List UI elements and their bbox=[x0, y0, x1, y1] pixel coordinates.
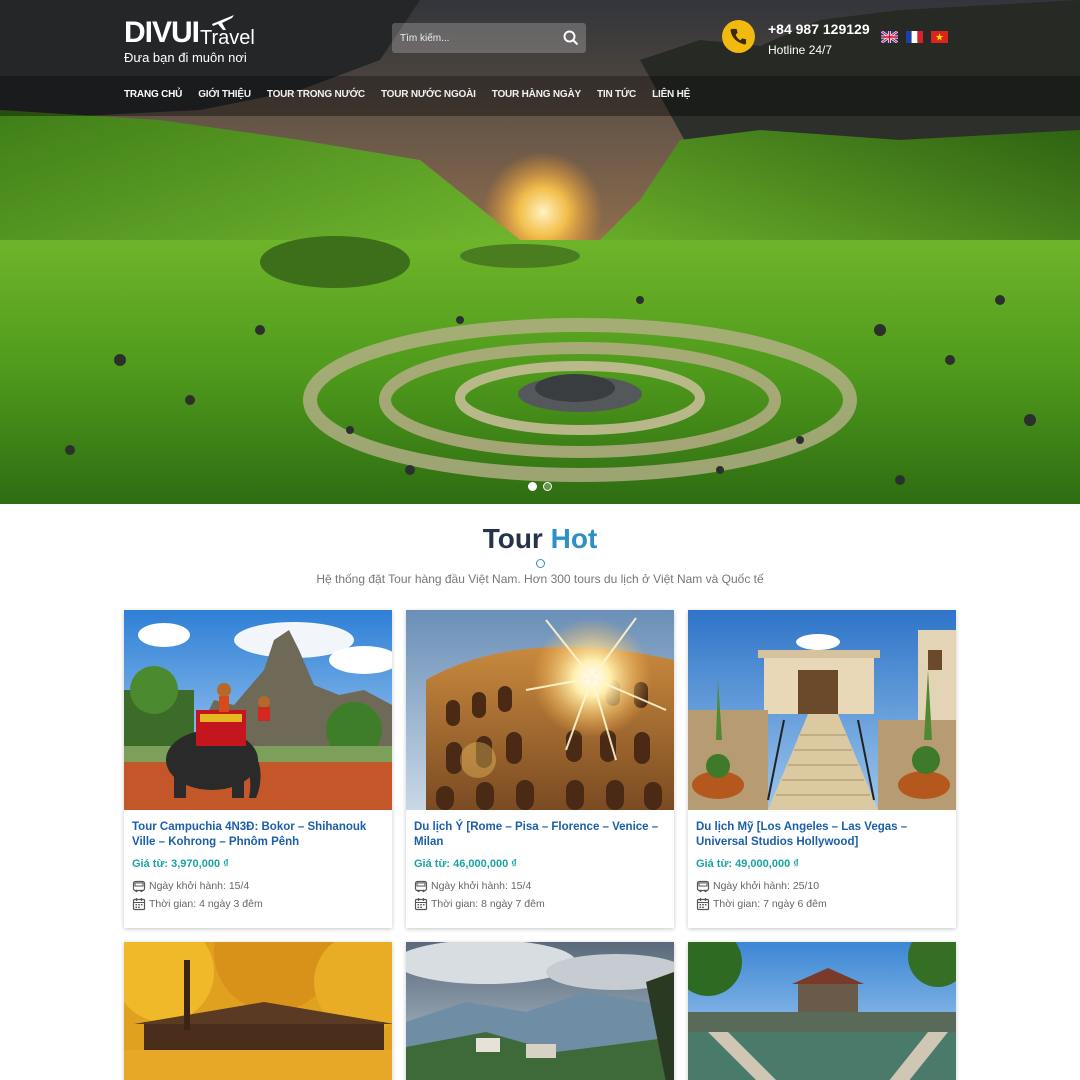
tour-title[interactable]: Du lịch Mỹ [Los Angeles – Las Vegas – Un… bbox=[696, 820, 950, 850]
logo-tagline: Đưa bạn đi muôn nơi bbox=[124, 50, 247, 65]
nav-item-home[interactable]: TRANG CHỦ bbox=[124, 89, 182, 103]
tour-price: Giá từ: 46,000,000 ₫ bbox=[414, 858, 517, 870]
nav-item-international-tours[interactable]: TOUR NƯỚC NGOÀI bbox=[381, 89, 476, 103]
slider-dots bbox=[528, 482, 554, 492]
tour-departure-text: Ngày khởi hành: 15/4 bbox=[431, 880, 532, 892]
section-title-part2: Hot bbox=[550, 523, 598, 554]
nav-menu: TRANG CHỦ GIỚI THIỆU TOUR TRONG NƯỚC TOU… bbox=[124, 89, 706, 103]
section-title-part1: Tour bbox=[482, 523, 543, 554]
logo-wordmark: DIVUI bbox=[124, 16, 200, 49]
vietnam-flag-icon[interactable] bbox=[931, 31, 948, 43]
calendar-icon bbox=[132, 898, 146, 911]
section-subtitle: Hệ thống đặt Tour hàng đầu Việt Nam. Hơn… bbox=[316, 572, 764, 586]
tour-departure-text: Ngày khởi hành: 15/4 bbox=[149, 880, 250, 892]
nav-item-domestic-tours[interactable]: TOUR TRONG NƯỚC bbox=[267, 89, 365, 103]
hotline-number: +84 987 129129 bbox=[768, 21, 870, 37]
french-flag-icon[interactable] bbox=[906, 31, 923, 43]
section-title: Tour Hot bbox=[0, 523, 1080, 555]
tour-image-italy[interactable] bbox=[406, 610, 674, 810]
tour-image-cambodia[interactable] bbox=[124, 610, 392, 810]
calendar-icon bbox=[414, 898, 428, 911]
language-switcher bbox=[881, 31, 951, 45]
nav-item-contact[interactable]: LIÊN HỆ bbox=[652, 89, 690, 103]
tour-card[interactable] bbox=[124, 942, 392, 1080]
tour-card[interactable]: Du lịch Ý [Rome – Pisa – Florence – Veni… bbox=[406, 610, 674, 928]
nav-item-about[interactable]: GIỚI THIỆU bbox=[198, 89, 251, 103]
tour-image-mountain[interactable] bbox=[406, 942, 674, 1080]
tour-image-hue[interactable] bbox=[688, 942, 956, 1080]
english-flag-icon[interactable] bbox=[881, 31, 898, 43]
search-icon[interactable] bbox=[562, 29, 580, 47]
phone-icon bbox=[722, 20, 755, 53]
bus-icon bbox=[132, 880, 146, 893]
tour-card[interactable] bbox=[406, 942, 674, 1080]
slider-dot-1[interactable] bbox=[528, 482, 537, 491]
tour-image-usa[interactable] bbox=[688, 610, 956, 810]
hotline-block[interactable]: +84 987 129129 Hotline 24/7 bbox=[722, 20, 882, 60]
tour-price: Giá từ: 49,000,000 ₫ bbox=[696, 858, 799, 870]
site-logo[interactable]: DIVUI Travel Đưa bạn đi muôn nơi bbox=[124, 12, 255, 68]
tour-card[interactable]: Tour Campuchia 4N3Đ: Bokor – Shihanouk V… bbox=[124, 610, 392, 928]
hotline-label: Hotline 24/7 bbox=[768, 43, 833, 57]
tour-card[interactable] bbox=[688, 942, 956, 1080]
search-box bbox=[392, 23, 586, 53]
tour-title[interactable]: Tour Campuchia 4N3Đ: Bokor – Shihanouk V… bbox=[132, 820, 386, 850]
nav-item-news[interactable]: TIN TỨC bbox=[597, 89, 636, 103]
title-divider-icon bbox=[536, 559, 545, 568]
nav-item-daily-tours[interactable]: TOUR HÀNG NGÀY bbox=[492, 89, 581, 103]
tour-duration-text: Thời gian: 7 ngày 6 đêm bbox=[713, 898, 827, 910]
slider-dot-2[interactable] bbox=[543, 482, 552, 491]
airplane-icon bbox=[212, 15, 234, 30]
tour-image-autumn[interactable] bbox=[124, 942, 392, 1080]
tour-title[interactable]: Du lịch Ý [Rome – Pisa – Florence – Veni… bbox=[414, 820, 668, 850]
hero-slider: DIVUI Travel Đưa bạn đi muôn nơi +84 987… bbox=[0, 0, 1080, 504]
search-input[interactable] bbox=[392, 23, 552, 53]
tour-price: Giá từ: 3,970,000 ₫ bbox=[132, 858, 229, 870]
main-navigation: TRANG CHỦ GIỚI THIỆU TOUR TRONG NƯỚC TOU… bbox=[0, 76, 1080, 116]
tour-duration-text: Thời gian: 8 ngày 7 đêm bbox=[431, 898, 545, 910]
tour-duration-text: Thời gian: 4 ngày 3 đêm bbox=[149, 898, 263, 910]
bus-icon bbox=[696, 880, 710, 893]
bus-icon bbox=[414, 880, 428, 893]
tour-departure-text: Ngày khởi hành: 25/10 bbox=[713, 880, 820, 892]
header-bar: DIVUI Travel Đưa bạn đi muôn nơi +84 987… bbox=[0, 0, 1080, 76]
tour-card[interactable]: Du lịch Mỹ [Los Angeles – Las Vegas – Un… bbox=[688, 610, 956, 928]
calendar-icon bbox=[696, 898, 710, 911]
